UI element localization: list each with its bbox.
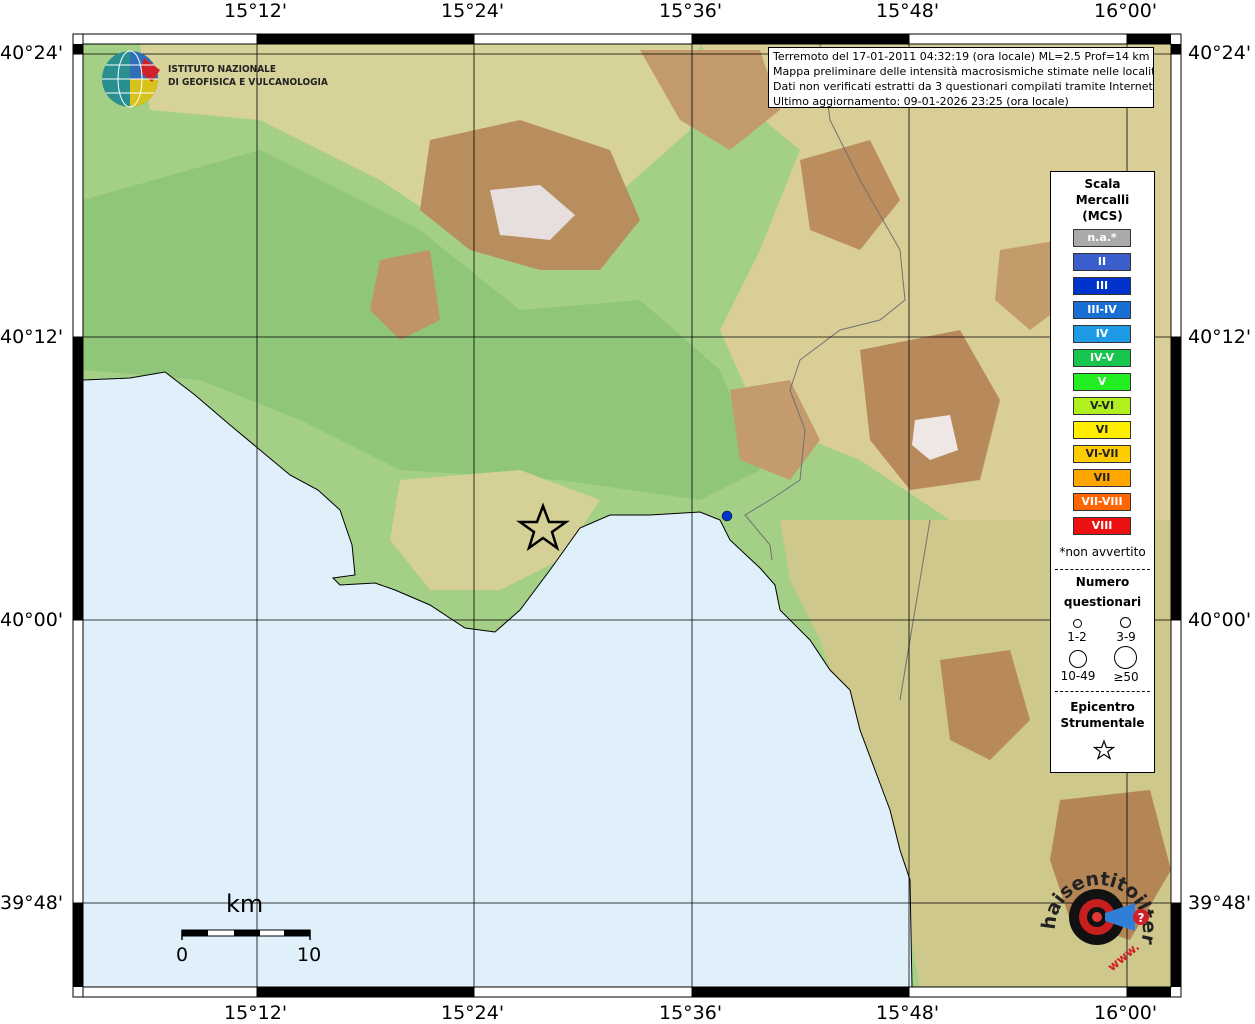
- legend-numero: Numero: [1075, 575, 1130, 589]
- event-info-line: Dati non verificati estratti da 3 questi…: [773, 80, 1154, 93]
- questionari-label: 3-9: [1116, 630, 1136, 644]
- ingv-logo: [102, 50, 160, 108]
- circle-small-icon: [1073, 619, 1082, 628]
- legend-strumentale: Strumentale: [1060, 716, 1145, 730]
- legend-class-swatch: II: [1073, 253, 1131, 271]
- questionari-label: ≥50: [1113, 670, 1139, 684]
- legend-class-swatch: IV-V: [1073, 349, 1131, 367]
- lat-tick-label: 39°48': [1188, 892, 1252, 914]
- legend-divider: [1055, 569, 1150, 570]
- lon-tick-label: 15°12': [224, 0, 288, 22]
- questionari-label: 1-2: [1067, 630, 1087, 644]
- legend-title: Scala Mercalli (MCS): [1051, 176, 1154, 224]
- legend-title-line: (MCS): [1082, 209, 1123, 223]
- questionari-label: 10-49: [1060, 669, 1096, 683]
- legend-class-swatch: VI-VII: [1073, 445, 1131, 463]
- ingv-line1: ISTITUTO NAZIONALE: [168, 64, 277, 75]
- lon-tick-label: 15°36': [659, 0, 723, 22]
- intensity-point: [721, 510, 733, 522]
- lon-tick-label: 15°36': [659, 1002, 723, 1024]
- lat-tick-label: 40°12': [1188, 326, 1252, 348]
- circle-large-icon: [1069, 650, 1087, 668]
- event-info-line: Ultimo aggiornamento: 09-01-2026 23:25 (…: [773, 95, 1069, 108]
- legend-class-swatch: VII: [1073, 469, 1131, 487]
- lon-tick-label: 15°12': [224, 1002, 288, 1024]
- event-info-box: Terremoto del 17-01-2011 04:32:19 (ora l…: [768, 47, 1154, 108]
- legend-class-swatch: III-IV: [1073, 301, 1131, 319]
- legend-class-swatch: n.a.*: [1073, 229, 1131, 247]
- lat-tick-label: 40°12': [0, 326, 64, 348]
- legend: Scala Mercalli (MCS) n.a.* II III III-IV IV I…: [1050, 171, 1155, 773]
- haisentito-url: www.: [1105, 940, 1142, 975]
- lat-tick-label: 39°48': [0, 892, 64, 914]
- lat-tick-label: 40°24': [1188, 42, 1252, 64]
- lat-tick-label: 40°00': [1188, 609, 1252, 631]
- ingv-line2: DI GEOFISICA E VULCANOLOGIA: [168, 77, 328, 88]
- lon-tick-label: 15°48': [876, 0, 940, 22]
- circle-medium-icon: [1120, 617, 1131, 628]
- event-info-line: Mappa preliminare delle intensità macros…: [773, 65, 1154, 78]
- lat-tick-label: 40°00': [0, 609, 64, 631]
- star-icon: [1093, 739, 1115, 761]
- legend-questionari: questionari: [1063, 595, 1142, 609]
- legend-class-swatch: VII-VIII: [1073, 493, 1131, 511]
- lon-tick-label: 16°00': [1094, 1002, 1158, 1024]
- scale-max: 10: [297, 944, 322, 966]
- scale-unit: km: [226, 890, 264, 918]
- lat-tick-label: 40°24': [0, 42, 64, 64]
- circle-xlarge-icon: [1114, 646, 1137, 669]
- lon-tick-label: 15°48': [876, 1002, 940, 1024]
- ingv-logo-text: ISTITUTO NAZIONALE DI GEOFISICA E VULCAN…: [168, 63, 328, 89]
- legend-class-swatch: V: [1073, 373, 1131, 391]
- scale-min: 0: [176, 944, 189, 966]
- event-info-line: Terremoto del 17-01-2011 04:32:19 (ora l…: [773, 50, 1150, 63]
- lon-tick-label: 16°00': [1094, 0, 1158, 22]
- legend-title-line: Mercalli: [1075, 193, 1130, 207]
- legend-epicentro: Epicentro: [1070, 700, 1135, 714]
- lon-tick-label: 15°24': [441, 1002, 505, 1024]
- question-icon: ?: [1138, 911, 1145, 925]
- legend-note: *non avvertito: [1059, 545, 1146, 559]
- lon-tick-label: 15°24': [441, 0, 505, 22]
- legend-class-swatch: VIII: [1073, 517, 1131, 535]
- haisentito-logo: haisentitoilterremoto.it www. ?: [1035, 855, 1160, 975]
- legend-divider: [1055, 691, 1150, 692]
- legend-class-swatch: III: [1073, 277, 1131, 295]
- legend-class-swatch: V-VI: [1073, 397, 1131, 415]
- legend-class-swatch: IV: [1073, 325, 1131, 343]
- legend-class-swatch: VI: [1073, 421, 1131, 439]
- legend-title-line: Scala: [1084, 177, 1121, 191]
